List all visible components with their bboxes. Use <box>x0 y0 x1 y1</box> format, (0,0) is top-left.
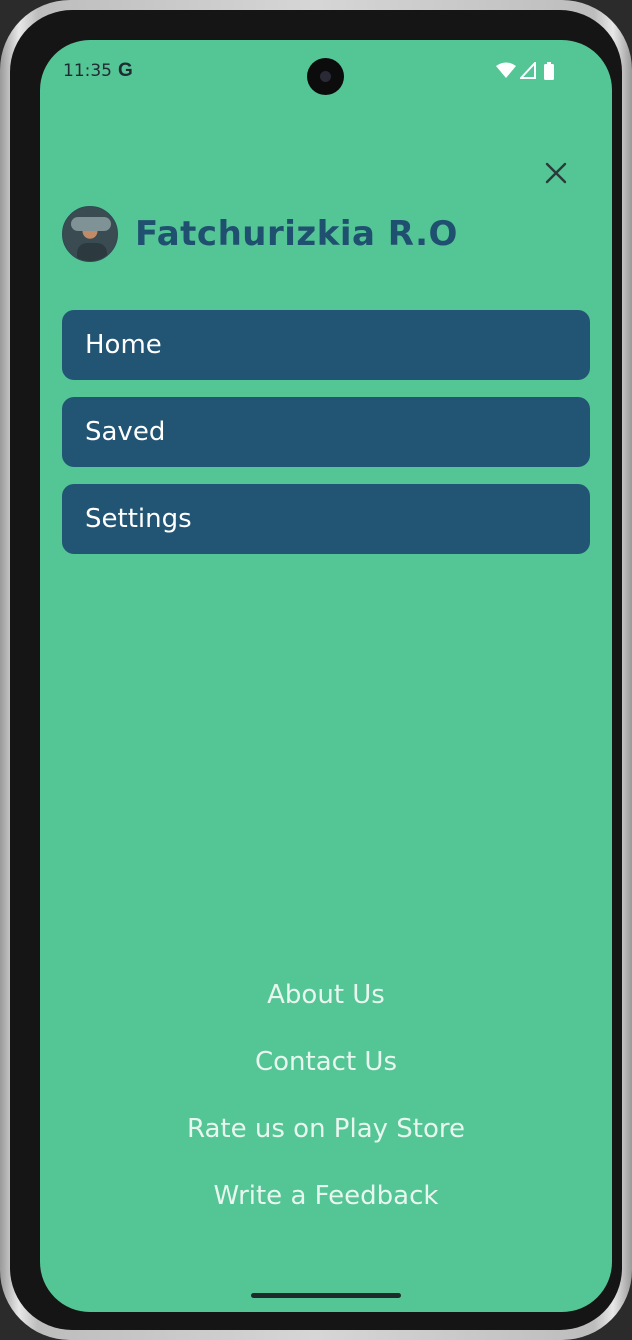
status-time: 11:35 <box>63 61 112 81</box>
contact-us-link[interactable]: Contact Us <box>40 1042 612 1109</box>
rate-play-store-link[interactable]: Rate us on Play Store <box>40 1109 612 1176</box>
write-feedback-link[interactable]: Write a Feedback <box>40 1176 612 1243</box>
screen: 11:35 G Fatchurizkia R.O Home Saved Sett… <box>40 40 612 1312</box>
close-button[interactable] <box>538 155 574 191</box>
footer-links: About Us Contact Us Rate us on Play Stor… <box>40 975 612 1243</box>
avatar[interactable] <box>62 206 118 262</box>
menu-item-label: Home <box>85 330 162 360</box>
google-g-icon: G <box>118 60 133 81</box>
status-bar: 11:35 G <box>40 40 612 104</box>
device-bezel: 11:35 G Fatchurizkia R.O Home Saved Sett… <box>10 10 622 1330</box>
camera-cutout <box>307 58 344 95</box>
menu-item-saved[interactable]: Saved <box>62 397 590 467</box>
drawer-menu: Home Saved Settings <box>62 310 590 571</box>
menu-item-settings[interactable]: Settings <box>62 484 590 554</box>
about-us-link[interactable]: About Us <box>40 975 612 1042</box>
menu-item-label: Settings <box>85 504 192 534</box>
battery-icon <box>544 62 554 80</box>
user-name: Fatchurizkia R.O <box>135 214 458 254</box>
user-profile: Fatchurizkia R.O <box>62 205 458 263</box>
signal-icon <box>520 62 536 79</box>
device-frame: 11:35 G Fatchurizkia R.O Home Saved Sett… <box>0 0 632 1340</box>
menu-item-home[interactable]: Home <box>62 310 590 380</box>
home-indicator[interactable] <box>251 1293 401 1298</box>
wifi-icon <box>496 62 516 78</box>
menu-item-label: Saved <box>85 417 166 447</box>
close-icon <box>545 162 567 184</box>
